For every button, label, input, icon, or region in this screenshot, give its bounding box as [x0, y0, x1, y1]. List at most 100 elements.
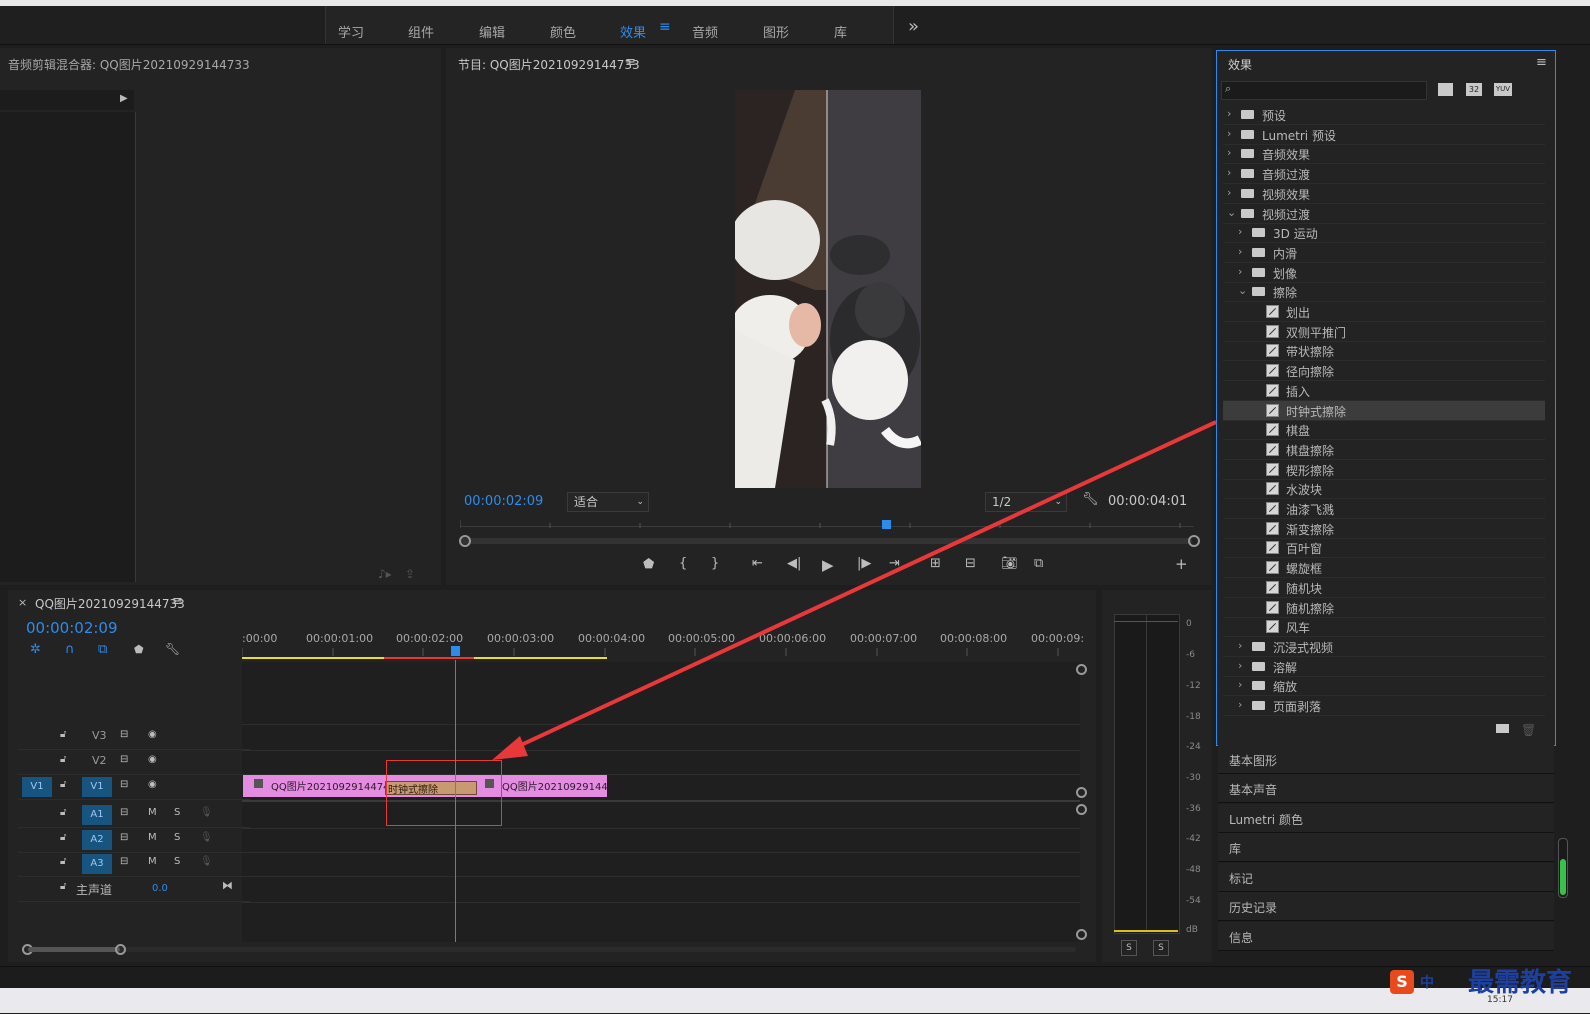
- effect-item[interactable]: 带状擦除: [1223, 341, 1545, 362]
- lock-icon[interactable]: 🔓︎: [60, 881, 66, 892]
- folder-item[interactable]: ⌄ 擦除: [1223, 282, 1545, 303]
- scroll-handle[interactable]: [1076, 929, 1087, 940]
- playhead-handle[interactable]: [451, 646, 460, 656]
- mark-out-icon[interactable]: }: [711, 556, 719, 571]
- lock-icon[interactable]: 🔓︎: [60, 754, 66, 765]
- mute-button[interactable]: M: [148, 807, 157, 818]
- add-marker-icon[interactable]: ⬟: [643, 557, 654, 572]
- resolution-select[interactable]: 1/2 ⌄: [985, 492, 1067, 512]
- eye-icon[interactable]: ◉: [148, 779, 157, 790]
- solo-left-button[interactable]: S: [1121, 940, 1137, 956]
- effect-item[interactable]: 百叶窗: [1223, 538, 1545, 559]
- sync-lock-icon[interactable]: ⊟: [120, 754, 128, 765]
- chevron-right-icon[interactable]: ›: [1227, 107, 1231, 120]
- camera-icon[interactable]: 📷︎: [1001, 556, 1018, 571]
- folder-item[interactable]: › 音频效果: [1223, 144, 1545, 165]
- info-tab[interactable]: 信息: [1218, 922, 1554, 951]
- sync-lock-icon[interactable]: ⊟: [120, 729, 128, 740]
- go-to-out-icon[interactable]: ⇥: [889, 556, 900, 571]
- effect-item[interactable]: 渐变擦除: [1223, 519, 1545, 539]
- audio-send-icon[interactable]: ♪▸: [378, 567, 392, 581]
- folder-item[interactable]: › 划像: [1223, 263, 1545, 283]
- delete-icon[interactable]: 🗑︎: [1521, 723, 1536, 737]
- sync-lock-icon[interactable]: ⊟: [120, 856, 128, 867]
- snap-icon[interactable]: ∩: [65, 642, 75, 657]
- effect-item[interactable]: 油漆飞溅: [1223, 499, 1545, 519]
- folder-item[interactable]: › 缩放: [1223, 676, 1545, 697]
- chevron-right-icon[interactable]: ›: [1227, 146, 1231, 159]
- play-icon[interactable]: ▶: [822, 556, 834, 574]
- tab-effects[interactable]: 效果: [620, 22, 646, 41]
- lift-icon[interactable]: ⊞: [930, 556, 941, 571]
- microphone-icon[interactable]: 🎙︎: [200, 856, 213, 867]
- chevron-right-icon[interactable]: ›: [1238, 225, 1242, 238]
- folder-item[interactable]: › 音频过渡: [1223, 164, 1545, 185]
- playhead-marker[interactable]: [882, 520, 891, 529]
- chevron-down-icon[interactable]: ⌄: [1227, 206, 1236, 219]
- timeline-timecode[interactable]: 00:00:02:09: [26, 619, 118, 637]
- lumetri-color-tab[interactable]: Lumetri 颜色: [1218, 804, 1554, 833]
- new-folder-icon[interactable]: [1496, 724, 1509, 733]
- tab-color[interactable]: 颜色: [550, 22, 576, 41]
- sync-lock-icon[interactable]: ⊟: [120, 779, 128, 790]
- yuv-effects-icon[interactable]: YUV: [1494, 83, 1512, 96]
- ime-mode[interactable]: 中: [1420, 972, 1434, 992]
- play-right-icon[interactable]: ▶: [120, 93, 128, 104]
- more-workspaces-icon[interactable]: »: [908, 16, 919, 37]
- tab-libraries[interactable]: 库: [834, 22, 847, 41]
- linked-selection-icon[interactable]: ⧉: [98, 642, 107, 657]
- mute-button[interactable]: M: [148, 856, 157, 867]
- accelerated-effects-icon[interactable]: [1438, 83, 1453, 96]
- folder-item[interactable]: ⌄ 视频过渡: [1223, 204, 1545, 224]
- video-preview[interactable]: [735, 90, 921, 488]
- effect-item[interactable]: 棋盘: [1223, 420, 1545, 441]
- solo-button[interactable]: S: [174, 832, 180, 843]
- panel-menu-icon[interactable]: ≡: [172, 594, 183, 609]
- tab-assembly[interactable]: 组件: [408, 22, 434, 41]
- program-timecode[interactable]: 00:00:02:09: [464, 494, 543, 509]
- effect-item[interactable]: 棋盘擦除: [1223, 440, 1545, 460]
- vertical-scroll[interactable]: [1558, 838, 1568, 898]
- folder-item[interactable]: › 预设: [1223, 105, 1545, 125]
- history-tab[interactable]: 历史记录: [1218, 892, 1554, 921]
- go-to-in-icon[interactable]: ⇤: [752, 556, 763, 571]
- hamburger-icon[interactable]: ≡: [659, 19, 671, 35]
- 32bit-effects-icon[interactable]: 32: [1466, 83, 1482, 96]
- lock-icon[interactable]: 🔓︎: [60, 807, 66, 818]
- zoom-select[interactable]: 适合 ⌄: [567, 492, 649, 512]
- step-back-icon[interactable]: ◀︎|: [787, 556, 801, 571]
- chevron-right-icon[interactable]: ›: [1238, 678, 1242, 691]
- lock-icon[interactable]: 🔓︎: [60, 832, 66, 843]
- scroll-handle-right[interactable]: [1188, 535, 1200, 547]
- microphone-icon[interactable]: 🎙︎: [200, 807, 213, 818]
- chevron-right-icon[interactable]: ›: [1238, 265, 1242, 278]
- scroll-handle[interactable]: [1076, 664, 1087, 675]
- track-target-v1[interactable]: V1: [82, 777, 112, 797]
- master-volume[interactable]: 0.0: [152, 883, 168, 894]
- chevron-right-icon[interactable]: ›: [1238, 639, 1242, 652]
- chevron-right-icon[interactable]: ›: [1227, 127, 1231, 140]
- export-icon[interactable]: ⇪: [405, 567, 415, 581]
- track-target-a3[interactable]: A3: [82, 854, 112, 874]
- source-patch-v1[interactable]: V1: [22, 777, 52, 797]
- libraries-tab[interactable]: 库: [1218, 833, 1554, 862]
- chevron-right-icon[interactable]: ›: [1227, 186, 1231, 199]
- horizontal-scrollbar[interactable]: [26, 947, 1076, 952]
- wrench-icon[interactable]: 🔧︎: [1082, 492, 1099, 507]
- step-forward-icon[interactable]: |▶︎: [857, 556, 871, 571]
- compare-view-icon[interactable]: ⧉: [1034, 556, 1043, 571]
- sync-lock-icon[interactable]: ⊟: [120, 832, 128, 843]
- scroll-handle[interactable]: [1076, 787, 1087, 798]
- scroll-handle[interactable]: [115, 944, 126, 955]
- effect-item[interactable]: 楔形擦除: [1223, 460, 1545, 480]
- add-marker-icon[interactable]: ⬟: [134, 643, 144, 656]
- chevron-down-icon[interactable]: ⌄: [1238, 284, 1247, 297]
- tab-learn[interactable]: 学习: [338, 22, 364, 41]
- lock-icon[interactable]: 🔓︎: [60, 779, 66, 790]
- scroll-handle[interactable]: [1076, 804, 1087, 815]
- scroll-thumb[interactable]: [1560, 859, 1566, 895]
- effect-item[interactable]: 随机块: [1223, 578, 1545, 598]
- clip-1-label[interactable]: QQ图片20210929144741.: [271, 778, 399, 793]
- solo-button[interactable]: S: [174, 807, 180, 818]
- essential-graphics-tab[interactable]: 基本图形: [1218, 745, 1554, 774]
